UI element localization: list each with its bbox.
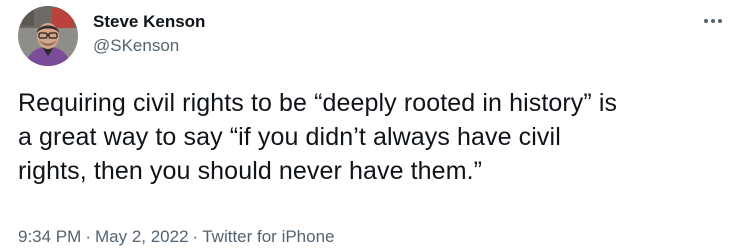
meta-separator: · — [192, 227, 199, 246]
author-handle[interactable]: @SKenson — [93, 36, 179, 56]
tweet-source-link[interactable]: Twitter for iPhone — [202, 227, 334, 246]
tweet-card: Steve Kenson @SKenson Requiring civil ri… — [0, 0, 744, 248]
tweet-text-line: rights, then you should never have them.… — [18, 157, 483, 185]
tweet-text-line: a great way to say “if you didn’t always… — [18, 123, 561, 151]
tweet-timestamp-time[interactable]: 9:34 PM — [18, 227, 81, 246]
tweet-metadata: 9:34 PM · May 2, 2022 · Twitter for iPhone — [18, 227, 335, 247]
more-dot — [711, 19, 715, 23]
meta-separator: · — [85, 227, 91, 246]
more-options-icon[interactable] — [700, 8, 726, 34]
tweet-timestamp-date[interactable]: May 2, 2022 — [95, 227, 189, 246]
avatar-photo-icon — [18, 6, 78, 66]
avatar[interactable] — [18, 6, 78, 66]
tweet-text-line: Requiring civil rights to be “deeply roo… — [18, 89, 618, 117]
more-dot — [704, 19, 708, 23]
author-display-name[interactable]: Steve Kenson — [93, 12, 205, 32]
tweet-text: Requiring civil rights to be “deeply roo… — [18, 86, 718, 188]
more-dot — [718, 19, 722, 23]
